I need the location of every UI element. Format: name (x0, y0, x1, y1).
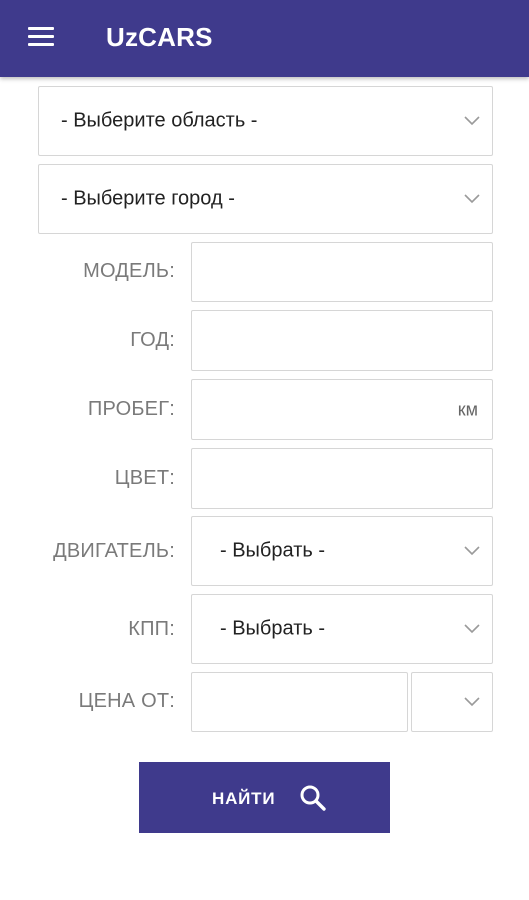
chevron-down-icon (464, 697, 480, 707)
year-field[interactable] (191, 310, 493, 371)
menu-icon-bar (28, 43, 54, 46)
menu-icon-bar (28, 27, 54, 30)
gearbox-label: КПП: (128, 618, 175, 640)
currency-select[interactable] (411, 672, 493, 732)
app-title: UzCARS (106, 22, 213, 52)
engine-label: ДВИГАТЕЛЬ: (53, 540, 175, 562)
chevron-down-icon (464, 624, 480, 634)
app-bar: UzCARS (0, 0, 529, 77)
chevron-down-icon (464, 194, 480, 204)
price-field[interactable] (191, 672, 408, 732)
engine-select-value: - Выбрать - (220, 539, 325, 562)
mileage-input[interactable] (192, 380, 492, 439)
menu-button[interactable] (22, 24, 58, 52)
model-input[interactable] (192, 243, 492, 301)
search-icon (299, 784, 327, 812)
engine-select[interactable]: - Выбрать - (191, 516, 493, 586)
city-select-value: - Выберите город - (61, 187, 235, 210)
price-label: ЦЕНА ОТ: (78, 690, 175, 712)
color-field[interactable] (191, 448, 493, 509)
price-input[interactable] (192, 673, 407, 731)
region-select[interactable]: - Выберите область - (38, 86, 493, 156)
year-input[interactable] (192, 311, 492, 370)
mileage-label: ПРОБЕГ: (87, 398, 175, 420)
mileage-unit: км (457, 399, 478, 419)
color-input[interactable] (192, 449, 492, 508)
model-field[interactable] (191, 242, 493, 302)
mileage-field[interactable]: км (191, 379, 493, 440)
gearbox-select-value: - Выбрать - (220, 617, 325, 640)
menu-icon-bar (28, 35, 54, 38)
color-label: ЦВЕТ: (114, 467, 175, 489)
gearbox-select[interactable]: - Выбрать - (191, 594, 493, 664)
region-select-value: - Выберите область - (61, 109, 258, 132)
search-button[interactable]: НАЙТИ (139, 762, 390, 833)
chevron-down-icon (464, 116, 480, 126)
model-label: МОДЕЛЬ: (83, 260, 175, 282)
chevron-down-icon (464, 546, 480, 556)
year-label: ГОД: (130, 329, 175, 351)
city-select[interactable]: - Выберите город - (38, 164, 493, 234)
search-button-label: НАЙТИ (212, 789, 276, 808)
